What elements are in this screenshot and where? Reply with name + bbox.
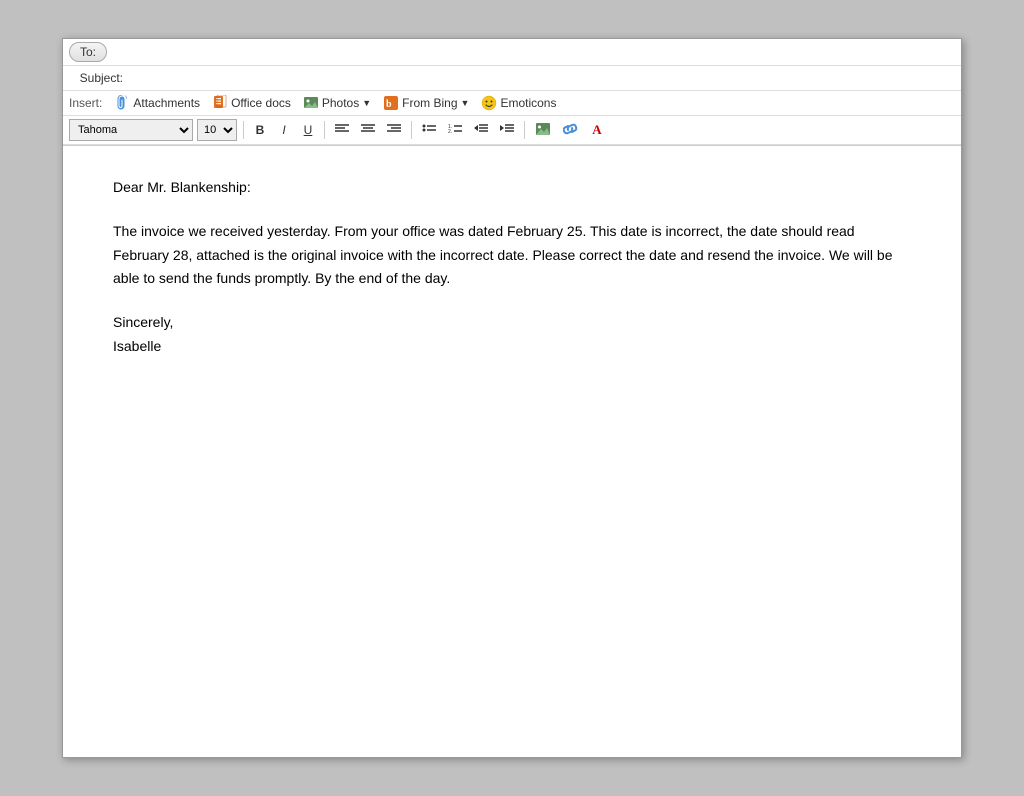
increase-indent-button[interactable]	[496, 121, 518, 139]
numbered-list-icon: 1. 2.	[448, 123, 462, 134]
image-button[interactable]	[531, 120, 555, 141]
photos-arrow: ▼	[362, 98, 371, 108]
font-color-button[interactable]: A	[587, 120, 607, 140]
toolbar-divider-3	[411, 121, 412, 139]
align-left-icon	[335, 123, 349, 134]
decrease-indent-icon	[474, 123, 488, 134]
align-center-icon	[361, 123, 375, 134]
emoticons-label: Emoticons	[500, 96, 556, 110]
from-bing-icon: b	[383, 95, 399, 111]
emoticons-button[interactable]: Emoticons	[477, 94, 560, 112]
italic-button[interactable]: I	[274, 121, 294, 139]
subject-row: Subject:	[63, 66, 961, 91]
email-body-content: Dear Mr. Blankenship: The invoice we rec…	[113, 176, 911, 359]
from-bing-arrow: ▼	[461, 98, 470, 108]
attachments-label: Attachments	[133, 96, 200, 110]
closing: Sincerely,Isabelle	[113, 311, 911, 359]
link-icon	[563, 122, 579, 136]
toolbar-divider-4	[524, 121, 525, 139]
font-size-select[interactable]: 10 12 14 16	[197, 119, 237, 141]
font-color-a: A	[592, 122, 601, 137]
link-button[interactable]	[559, 120, 583, 141]
to-row: To:	[63, 39, 961, 66]
ordered-list-button[interactable]: 1. 2.	[444, 121, 466, 139]
underline-button[interactable]: U	[298, 121, 318, 139]
bold-button[interactable]: B	[250, 121, 270, 139]
font-select[interactable]: Tahoma Arial Times New Roman	[69, 119, 193, 141]
toolbar-divider-2	[324, 121, 325, 139]
decrease-indent-button[interactable]	[470, 121, 492, 139]
svg-text:b: b	[386, 99, 392, 110]
office-docs-button[interactable]: Office docs	[208, 94, 295, 112]
from-bing-label: From Bing	[402, 96, 457, 110]
email-body-area[interactable]: Dear Mr. Blankenship: The invoice we rec…	[63, 146, 961, 706]
insert-label: Insert:	[69, 96, 102, 110]
attachment-icon	[114, 95, 130, 111]
email-compose-window: To: Subject: Insert: Attachments	[62, 38, 962, 758]
email-header: To: Subject: Insert: Attachments	[63, 39, 961, 146]
attachments-button[interactable]: Attachments	[110, 94, 204, 112]
align-right-button[interactable]	[383, 121, 405, 139]
greeting: Dear Mr. Blankenship:	[113, 176, 911, 200]
office-docs-label: Office docs	[231, 96, 291, 110]
align-center-button[interactable]	[357, 121, 379, 139]
formatting-toolbar: Tahoma Arial Times New Roman 10 12 14 16…	[63, 116, 961, 145]
to-button[interactable]: To:	[69, 42, 107, 62]
subject-label: Subject:	[69, 71, 129, 85]
insert-row: Insert: Attachments Office docs	[63, 91, 961, 116]
bullet-list-icon	[422, 123, 436, 134]
to-input[interactable]	[107, 43, 955, 61]
image-icon	[535, 122, 551, 136]
subject-input[interactable]	[129, 69, 955, 87]
photos-label: Photos	[322, 96, 359, 110]
from-bing-button[interactable]: b From Bing ▼	[379, 94, 473, 112]
unordered-list-button[interactable]	[418, 121, 440, 139]
svg-text:2.: 2.	[448, 129, 452, 134]
body-paragraph: The invoice we received yesterday. From …	[113, 220, 911, 291]
emoticons-icon	[481, 95, 497, 111]
photos-button[interactable]: Photos ▼	[299, 94, 375, 112]
increase-indent-icon	[500, 123, 514, 134]
align-left-button[interactable]	[331, 121, 353, 139]
office-docs-icon	[212, 95, 228, 111]
photos-icon	[303, 95, 319, 111]
toolbar-divider-1	[243, 121, 244, 139]
align-right-icon	[387, 123, 401, 134]
